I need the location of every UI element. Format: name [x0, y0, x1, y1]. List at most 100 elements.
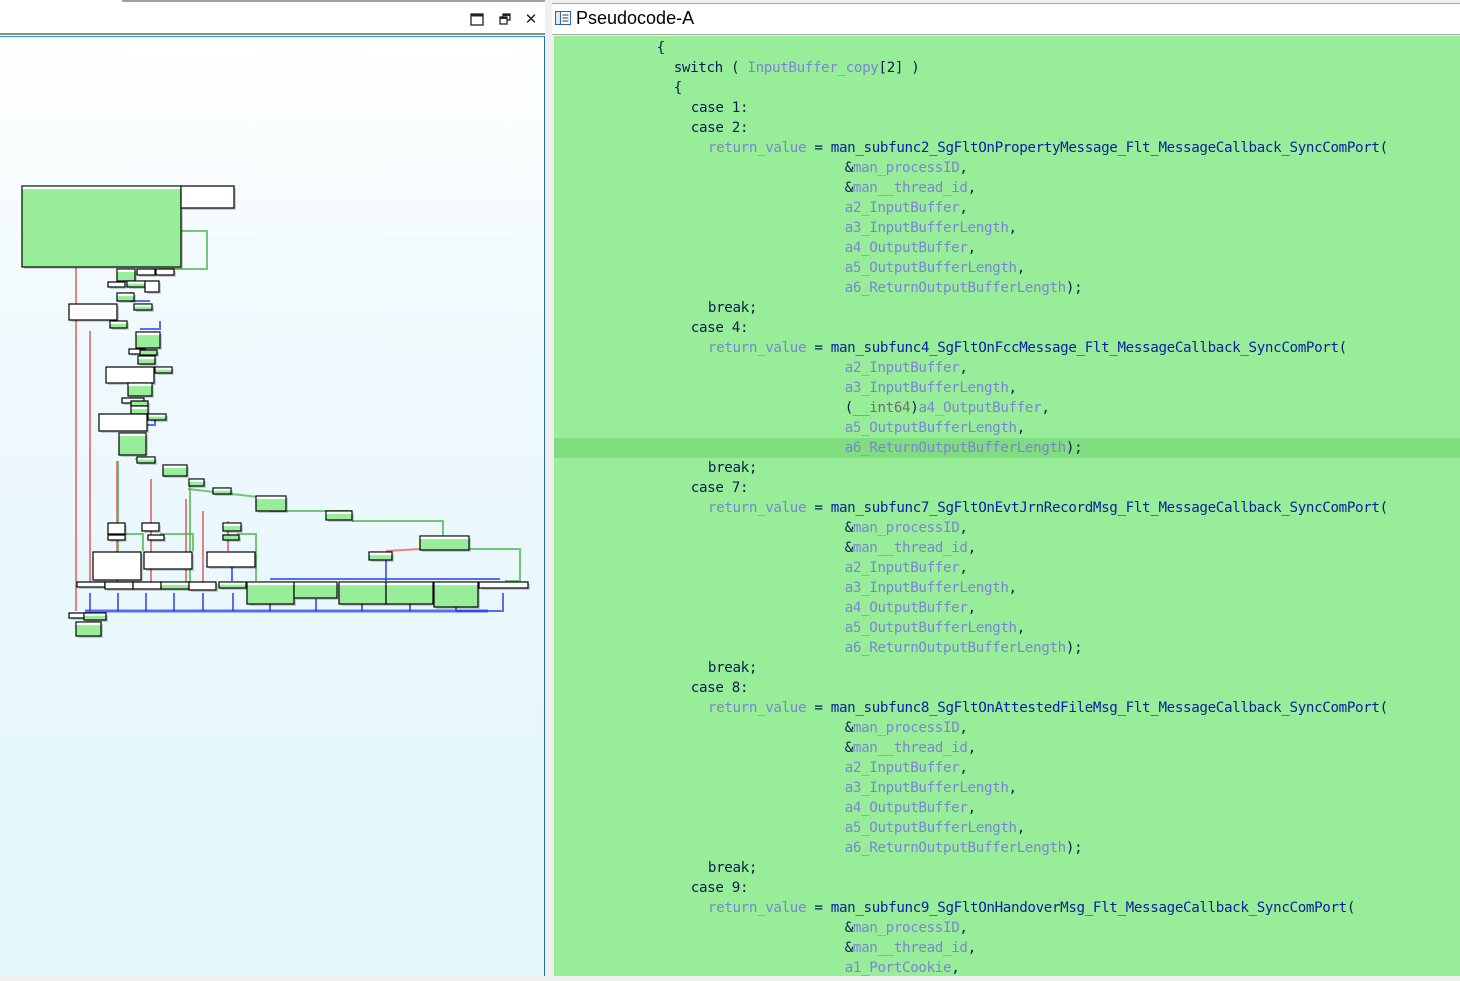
graph-node-empty[interactable]	[98, 413, 149, 433]
code-token-var[interactable]: a5_OutputBufferLength	[845, 260, 1017, 276]
code-token-var[interactable]: a2_InputBuffer	[845, 560, 960, 576]
code-token-fn[interactable]: man_subfunc8_SgFltOnAttestedFileMsg_Flt_…	[831, 700, 1380, 716]
graph-node-empty[interactable]	[136, 268, 157, 277]
code-line[interactable]: a2_InputBuffer,	[554, 358, 1460, 378]
code-line[interactable]: return_value = man_subfunc2_SgFltOnPrope…	[554, 138, 1460, 158]
code-line[interactable]: a5_OutputBufferLength,	[554, 258, 1460, 278]
code-line[interactable]: a6_ReturnOutputBufferLength);	[554, 638, 1460, 658]
code-token-var[interactable]: a3_InputBufferLength	[845, 780, 1009, 796]
code-token-var[interactable]: a6_ReturnOutputBufferLength	[845, 640, 1067, 656]
code-token-fn[interactable]: man_subfunc9_SgFltOnHandoverMsg_Flt_Mess…	[831, 900, 1347, 916]
code-line[interactable]: {	[554, 78, 1460, 98]
code-token-var[interactable]: a5_OutputBufferLength	[845, 420, 1017, 436]
graph-node-empty[interactable]	[143, 551, 194, 571]
code-token-var[interactable]: a2_InputBuffer	[845, 200, 960, 216]
code-line[interactable]: case 4:	[554, 318, 1460, 338]
code-token-var[interactable]: InputBuffer_copy	[747, 60, 878, 76]
graph-node-empty[interactable]	[105, 366, 156, 385]
code-token-var[interactable]: man__thread_id	[853, 940, 968, 956]
code-line[interactable]: a1_PortCookie,	[554, 958, 1460, 976]
code-token-var[interactable]: a4_OutputBuffer	[845, 600, 968, 616]
code-line[interactable]: a4_OutputBuffer,	[554, 798, 1460, 818]
graph-node-empty[interactable]	[107, 522, 127, 536]
graph-node[interactable]	[83, 612, 108, 622]
graph-node-empty[interactable]	[188, 581, 218, 592]
code-token-var[interactable]: man__thread_id	[853, 180, 968, 196]
code-editor[interactable]: {switch ( InputBuffer_copy[2] ) {case 1: c…	[554, 36, 1460, 976]
code-line[interactable]: a5_OutputBufferLength,	[554, 818, 1460, 838]
code-token-var[interactable]: return_value	[708, 140, 807, 156]
code-line[interactable]: return_value = man_subfunc9_SgFltOnHando…	[554, 898, 1460, 918]
graph-node[interactable]	[433, 581, 480, 609]
code-token-var[interactable]: a4_OutputBuffer	[845, 240, 968, 256]
graph-node[interactable]	[21, 185, 183, 269]
graph-node[interactable]	[162, 464, 189, 478]
code-token-var[interactable]: return_value	[708, 500, 807, 516]
code-line[interactable]: a4_OutputBuffer,	[554, 598, 1460, 618]
graph-node[interactable]	[135, 331, 162, 350]
graph-canvas[interactable]	[0, 36, 545, 977]
graph-node[interactable]	[116, 292, 136, 303]
graph-node[interactable]	[222, 522, 243, 533]
graph-node[interactable]	[133, 303, 154, 312]
function-graph[interactable]	[0, 37, 544, 977]
code-line[interactable]: return_value = man_subfunc8_SgFltOnAttes…	[554, 698, 1460, 718]
graph-node[interactable]	[325, 510, 354, 522]
code-line[interactable]: &man_processID,	[554, 718, 1460, 738]
graph-node[interactable]	[109, 320, 129, 330]
graph-node-empty[interactable]	[147, 534, 166, 542]
graph-node-empty[interactable]	[180, 185, 236, 210]
code-line[interactable]: (__int64)a4_OutputBuffer,	[554, 398, 1460, 418]
graph-node[interactable]	[338, 581, 388, 606]
code-line[interactable]: a5_OutputBufferLength,	[554, 618, 1460, 638]
graph-node-empty[interactable]	[76, 581, 107, 589]
graph-node[interactable]	[188, 478, 206, 488]
code-line[interactable]: break;	[554, 458, 1460, 478]
graph-node[interactable]	[246, 581, 296, 606]
graph-node[interactable]	[126, 280, 147, 289]
code-token-var[interactable]: a4_OutputBuffer	[845, 800, 968, 816]
pseudocode-tab[interactable]: Pseudocode-A	[552, 3, 1460, 35]
graph-node[interactable]	[147, 413, 168, 422]
code-line[interactable]: a6_ReturnOutputBufferLength);	[554, 438, 1460, 458]
code-token-var[interactable]: a3_InputBufferLength	[845, 380, 1009, 396]
graph-node[interactable]	[136, 456, 157, 465]
code-line[interactable]: case 2:	[554, 118, 1460, 138]
code-line[interactable]: return_value = man_subfunc4_SgFltOnFccMe…	[554, 338, 1460, 358]
code-line[interactable]: &man__thread_id,	[554, 538, 1460, 558]
graph-node[interactable]	[118, 432, 148, 457]
graph-node-empty[interactable]	[107, 534, 127, 542]
graph-node-empty[interactable]	[104, 581, 135, 591]
code-line[interactable]: &man_processID,	[554, 158, 1460, 178]
code-line[interactable]: {	[554, 38, 1460, 58]
code-line[interactable]: a5_OutputBufferLength,	[554, 418, 1460, 438]
code-line[interactable]: a3_InputBufferLength,	[554, 378, 1460, 398]
code-token-var[interactable]: a1_PortCookie	[845, 960, 952, 976]
code-token-fn[interactable]: man_subfunc7_SgFltOnEvtJrnRecordMsg_Flt_…	[831, 500, 1380, 516]
code-line[interactable]: switch ( InputBuffer_copy[2] )	[554, 58, 1460, 78]
code-token-var[interactable]: man__thread_id	[853, 740, 968, 756]
graph-node[interactable]	[212, 487, 233, 496]
code-line[interactable]: break;	[554, 658, 1460, 678]
code-line[interactable]: a2_InputBuffer,	[554, 758, 1460, 778]
graph-node-empty[interactable]	[92, 551, 143, 582]
graph-node-empty[interactable]	[478, 581, 530, 590]
code-line[interactable]: a4_OutputBuffer,	[554, 238, 1460, 258]
code-token-var[interactable]: return_value	[708, 700, 807, 716]
code-line[interactable]: a6_ReturnOutputBufferLength);	[554, 278, 1460, 298]
code-token-var[interactable]: return_value	[708, 900, 807, 916]
code-line[interactable]: case 8:	[554, 678, 1460, 698]
code-token-var[interactable]: man__thread_id	[853, 540, 968, 556]
graph-node[interactable]	[154, 366, 174, 375]
code-token-var[interactable]: a2_InputBuffer	[845, 760, 960, 776]
code-line[interactable]: case 7:	[554, 478, 1460, 498]
code-line[interactable]: break;	[554, 298, 1460, 318]
code-token-var[interactable]: a2_InputBuffer	[845, 360, 960, 376]
code-line[interactable]: a3_InputBufferLength,	[554, 778, 1460, 798]
code-token-var[interactable]: a5_OutputBufferLength	[845, 820, 1017, 836]
code-token-var[interactable]: a5_OutputBufferLength	[845, 620, 1017, 636]
code-line[interactable]: &man_processID,	[554, 518, 1460, 538]
graph-node[interactable]	[218, 581, 248, 590]
code-line[interactable]: a2_InputBuffer,	[554, 198, 1460, 218]
graph-node[interactable]	[127, 382, 154, 398]
